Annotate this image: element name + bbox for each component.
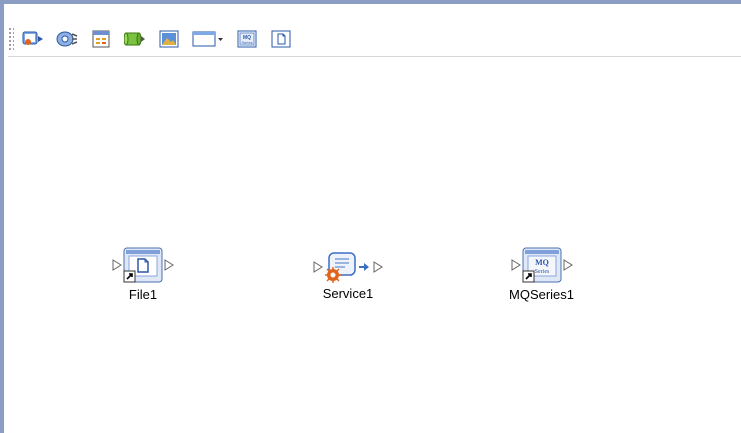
mqseries-button[interactable]: MQ Series [236, 28, 258, 50]
image-button[interactable] [158, 28, 180, 50]
output-port-icon[interactable] [164, 259, 174, 271]
input-port-icon[interactable] [112, 259, 122, 271]
file-adapter-icon [123, 247, 163, 283]
external-application-button[interactable] [22, 28, 44, 50]
file-icon [271, 30, 291, 48]
window-dropdown-icon [192, 30, 224, 48]
node-label: MQSeries1 [509, 287, 575, 302]
svg-text:MQ: MQ [535, 258, 549, 267]
output-port-icon[interactable] [563, 259, 573, 271]
database-button[interactable] [124, 28, 146, 50]
svg-text:Series: Series [534, 269, 549, 275]
node-service[interactable]: Service1 [313, 251, 383, 301]
service-button[interactable] [56, 28, 78, 50]
external-application-icon [22, 30, 44, 48]
service-node-icon [325, 252, 356, 283]
schedule-icon [92, 30, 110, 48]
schedule-button[interactable] [90, 28, 112, 50]
node-file[interactable]: File1 [112, 246, 174, 302]
svg-text:Series: Series [241, 40, 252, 45]
service-icon [56, 30, 78, 48]
window-dropdown-button[interactable] [192, 28, 224, 50]
toolbar-grip[interactable] [8, 27, 14, 51]
file-button[interactable] [270, 28, 292, 50]
output-arrow-icon [359, 263, 369, 271]
output-port-icon[interactable] [373, 261, 383, 273]
node-label: Service1 [322, 286, 374, 301]
input-port-icon[interactable] [313, 261, 323, 273]
input-port-icon[interactable] [511, 259, 521, 271]
image-icon [159, 30, 179, 48]
toolbar: MQ Series [8, 24, 304, 54]
node-mqseries[interactable]: MQ Series MQSeries1 [509, 246, 574, 302]
database-icon [124, 30, 146, 48]
editor-canvas[interactable]: File1 Service1 MQ Series MQSeries1 [4, 57, 741, 433]
node-label: File1 [128, 287, 158, 302]
mqseries-adapter-icon: MQ Series [522, 247, 562, 283]
mqseries-icon: MQ Series [237, 30, 257, 48]
